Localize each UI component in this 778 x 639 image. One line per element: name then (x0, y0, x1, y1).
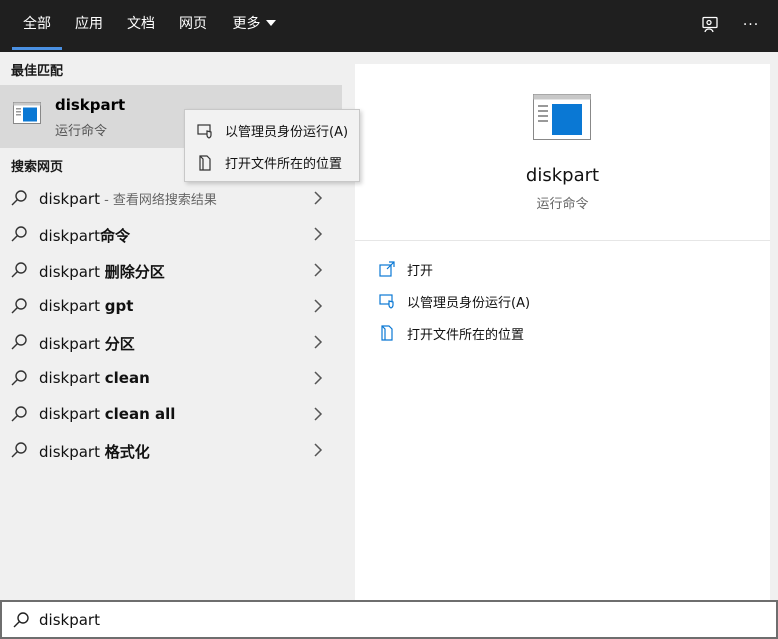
more-options-icon[interactable]: ··· (740, 14, 762, 36)
context-open-file-location-label: 打开文件所在的位置 (225, 157, 343, 172)
web-result-text: diskpart 格式化 (39, 441, 150, 462)
web-result-prefix: diskpart (39, 369, 105, 387)
search-icon (11, 226, 27, 242)
web-result-item[interactable]: diskpart - 查看网络搜索结果 (0, 180, 342, 216)
search-icon (11, 262, 27, 278)
search-box (0, 600, 778, 639)
web-result-prefix: diskpart (39, 297, 105, 315)
web-result-item[interactable]: diskpart命令 (0, 216, 342, 252)
file-location-icon (381, 325, 393, 341)
search-icon (11, 334, 27, 350)
web-result-text: diskpart clean all (39, 405, 175, 423)
web-result-bold: 命令 (99, 227, 130, 245)
tab-apps-label: 应用 (75, 16, 103, 32)
chevron-right-icon[interactable] (313, 407, 323, 421)
divider (355, 240, 770, 241)
web-result-prefix: diskpart (39, 335, 105, 353)
web-result-bold: clean all (104, 405, 176, 423)
search-input[interactable] (39, 607, 759, 633)
web-result-item[interactable]: diskpart clean (0, 360, 342, 396)
preview-title: diskpart (525, 165, 600, 186)
preview-subtitle: 运行命令 (536, 197, 589, 212)
web-result-prefix: diskpart (39, 443, 105, 461)
search-icon (11, 298, 27, 314)
web-result-prefix: diskpart (39, 263, 105, 281)
search-icon (11, 190, 27, 206)
open-icon (379, 261, 395, 277)
tab-documents[interactable]: 文档 (121, 0, 161, 52)
web-result-prefix: diskpart (39, 190, 100, 208)
web-result-item[interactable]: diskpart 分区 (0, 324, 342, 360)
open-action-label: 打开 (407, 264, 434, 279)
web-result-text: diskpart 删除分区 (39, 261, 165, 282)
web-result-hint: - 查看网络搜索结果 (99, 193, 217, 208)
tab-web-label: 网页 (179, 16, 207, 32)
feedback-icon[interactable] (699, 14, 721, 36)
web-result-bold: gpt (104, 297, 134, 315)
chevron-right-icon[interactable] (313, 191, 323, 205)
search-icon (11, 370, 27, 386)
web-result-bold: 删除分区 (104, 263, 165, 281)
best-match-subtitle: 运行命令 (55, 124, 108, 139)
chevron-right-icon[interactable] (313, 335, 323, 349)
caret-down-icon (265, 20, 276, 26)
web-result-text: diskpart gpt (39, 297, 133, 315)
shield-icon (379, 294, 394, 309)
web-result-text: diskpart - 查看网络搜索结果 (39, 189, 217, 208)
context-open-file-location[interactable]: 打开文件所在的位置 (185, 147, 359, 177)
run-as-admin-label: 以管理员身份运行(A) (407, 296, 531, 311)
tab-web[interactable]: 网页 (173, 0, 213, 52)
search-icon (13, 612, 29, 628)
web-result-item[interactable]: diskpart clean all (0, 396, 342, 432)
tab-more-label: 更多 (232, 16, 261, 32)
run-as-admin-action[interactable]: 以管理员身份运行(A) (355, 287, 770, 317)
context-run-as-admin-label: 以管理员身份运行(A) (225, 125, 349, 140)
chevron-right-icon[interactable] (313, 299, 323, 313)
tab-all-label: 全部 (23, 16, 51, 32)
web-result-text: diskpart 分区 (39, 333, 135, 354)
search-icon (11, 442, 27, 458)
tab-apps[interactable]: 应用 (69, 0, 109, 52)
web-result-prefix: diskpart (39, 227, 100, 245)
context-run-as-admin[interactable]: 以管理员身份运行(A) (185, 115, 359, 145)
chevron-right-icon[interactable] (313, 443, 323, 457)
chevron-right-icon[interactable] (313, 371, 323, 385)
web-result-text: diskpart clean (39, 369, 150, 387)
web-result-item[interactable]: diskpart 删除分区 (0, 252, 342, 288)
open-action[interactable]: 打开 (355, 255, 770, 285)
shield-icon (197, 124, 212, 139)
tab-more[interactable]: 更多 (226, 0, 282, 52)
web-result-bold: 分区 (104, 335, 135, 353)
app-window-icon (13, 102, 41, 124)
search-icon (11, 406, 27, 422)
best-match-heading: 最佳匹配 (11, 64, 64, 79)
tab-documents-label: 文档 (127, 16, 155, 32)
web-search-heading: 搜索网页 (11, 160, 64, 175)
app-window-large-icon (533, 94, 591, 140)
web-result-bold: clean (104, 369, 150, 387)
web-result-item[interactable]: diskpart gpt (0, 288, 342, 324)
chevron-right-icon[interactable] (313, 263, 323, 277)
search-window: 全部 应用 文档 网页 更多 ··· 最佳匹配 diskpart 运行命令 搜索… (0, 0, 778, 639)
chevron-right-icon[interactable] (313, 227, 323, 241)
file-location-icon (199, 155, 211, 171)
tab-all[interactable]: 全部 (12, 0, 62, 52)
top-tab-bar: 全部 应用 文档 网页 更多 ··· (0, 0, 778, 52)
preview-panel: diskpart 运行命令 打开 以管理员身份运行(A) 打开文件所在的位置 (355, 64, 770, 600)
open-file-location-action[interactable]: 打开文件所在的位置 (355, 319, 770, 349)
open-file-location-label: 打开文件所在的位置 (407, 328, 525, 343)
web-result-bold: 格式化 (104, 443, 150, 461)
web-result-text: diskpart命令 (39, 225, 130, 246)
web-result-item[interactable]: diskpart 格式化 (0, 432, 342, 468)
best-match-title: diskpart (55, 96, 126, 114)
web-result-prefix: diskpart (39, 405, 105, 423)
context-menu: 以管理员身份运行(A) 打开文件所在的位置 (184, 109, 360, 182)
more-options-glyph: ··· (742, 17, 760, 33)
